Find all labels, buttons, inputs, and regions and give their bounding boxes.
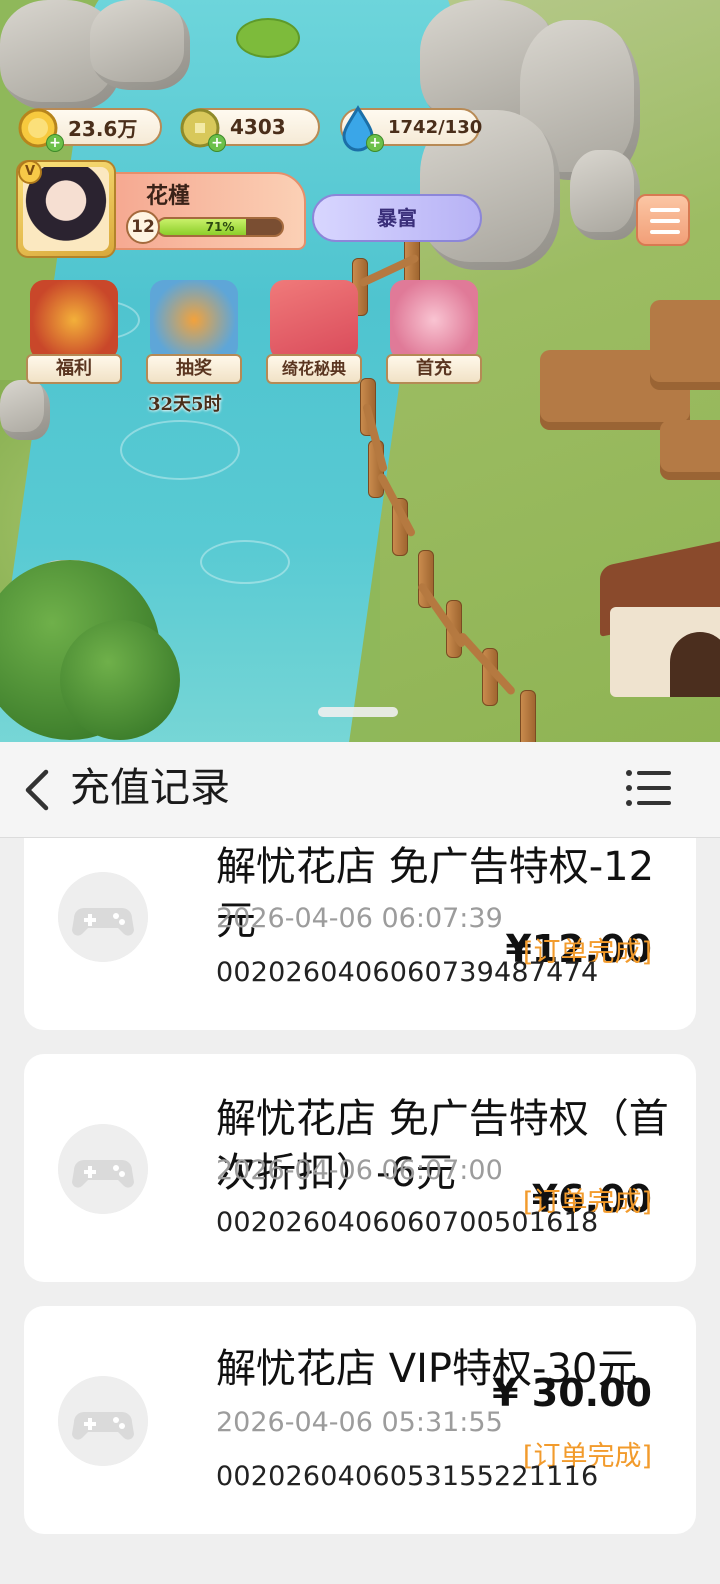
gamepad-icon bbox=[58, 1124, 148, 1214]
event-label: 抽奖 bbox=[146, 354, 242, 384]
lottery-timer: 32天5时 bbox=[148, 394, 222, 415]
farm-plot[interactable] bbox=[650, 300, 720, 390]
water-counter[interactable]: + 1742/130 bbox=[340, 105, 483, 152]
rich-badge[interactable]: 暴富 bbox=[312, 194, 482, 242]
rock bbox=[90, 0, 190, 90]
event-lottery[interactable]: 抽奖 bbox=[146, 280, 242, 386]
koi-fish-icon bbox=[150, 280, 238, 360]
rose-bouquet-icon bbox=[390, 280, 478, 360]
doghouse[interactable] bbox=[600, 537, 720, 712]
water-value: 1742/130 bbox=[388, 116, 483, 138]
player-profile[interactable]: V 花槿 71% 12 bbox=[16, 160, 306, 260]
record-order-number: 0020260406060700501618 bbox=[216, 1207, 599, 1238]
event-flower-book[interactable]: 绮花秘典 bbox=[266, 280, 362, 386]
chevron-left-icon[interactable] bbox=[18, 766, 58, 814]
vip-badge: V bbox=[18, 160, 42, 184]
list-icon[interactable] bbox=[624, 766, 674, 810]
event-label: 福利 bbox=[26, 354, 122, 384]
event-label: 绮花秘典 bbox=[266, 354, 362, 384]
record-card[interactable]: 解忧花店 免广告特权（首次折扣）-6元 2026-04-06 06:07:00 … bbox=[24, 1054, 696, 1282]
flower-book-icon bbox=[270, 280, 358, 360]
xp-percent: 71% bbox=[205, 220, 235, 234]
water-ripple bbox=[120, 420, 240, 480]
page-title: 充值记录 bbox=[70, 765, 230, 811]
farm-plot[interactable] bbox=[660, 420, 720, 480]
record-amount: ¥ 30.00 bbox=[492, 1371, 652, 1415]
event-welfare[interactable]: 福利 bbox=[26, 280, 122, 386]
player-name: 花槿 bbox=[146, 183, 191, 209]
record-card[interactable]: 解忧花店 VIP特权-30元 ¥ 30.00 2026-04-06 05:31:… bbox=[24, 1306, 696, 1534]
record-order-number: 0020260406053155221116 bbox=[216, 1461, 599, 1492]
recharge-records-panel: 充值记录 解忧花店 免广告特权-12元 2026-04-06 06:07:39 … bbox=[0, 742, 720, 1584]
jade-counter[interactable]: + 4303 bbox=[180, 108, 320, 152]
record-time: 2026-04-06 06:07:00 bbox=[216, 1155, 503, 1186]
record-time: 2026-04-06 05:31:55 bbox=[216, 1407, 503, 1438]
add-water-icon[interactable]: + bbox=[366, 134, 384, 152]
event-label: 首充 bbox=[386, 354, 482, 384]
gamepad-icon bbox=[58, 1376, 148, 1466]
add-gold-icon[interactable]: + bbox=[46, 134, 64, 152]
game-scene[interactable]: + 23.6万 + 4303 + 1742/130 V 花槿 71% 12 暴富 bbox=[0, 0, 720, 742]
lily-pad bbox=[236, 18, 300, 58]
gold-value: 23.6万 bbox=[68, 116, 138, 141]
water-ripple bbox=[200, 540, 290, 584]
navbar: 充值记录 bbox=[0, 742, 720, 838]
fence-post bbox=[520, 690, 536, 742]
gift-bag-icon bbox=[30, 280, 118, 360]
record-time: 2026-04-06 06:07:39 bbox=[216, 903, 503, 934]
jade-value: 4303 bbox=[230, 115, 286, 139]
rich-badge-label: 暴富 bbox=[377, 206, 417, 230]
bush bbox=[60, 620, 180, 740]
profile-banner bbox=[96, 172, 306, 250]
add-jade-icon[interactable]: + bbox=[208, 134, 226, 152]
drag-handle[interactable] bbox=[318, 707, 398, 717]
event-first-recharge[interactable]: 首充 bbox=[386, 280, 482, 386]
gamepad-icon bbox=[58, 872, 148, 962]
rock bbox=[570, 150, 640, 240]
game-menu-button[interactable] bbox=[636, 194, 690, 246]
player-level: 12 bbox=[126, 210, 160, 244]
rock bbox=[0, 380, 50, 440]
record-order-number: 0020260406060739487474 bbox=[216, 957, 599, 988]
gold-counter[interactable]: + 23.6万 bbox=[18, 108, 162, 152]
xp-bar: 71% bbox=[156, 217, 284, 237]
